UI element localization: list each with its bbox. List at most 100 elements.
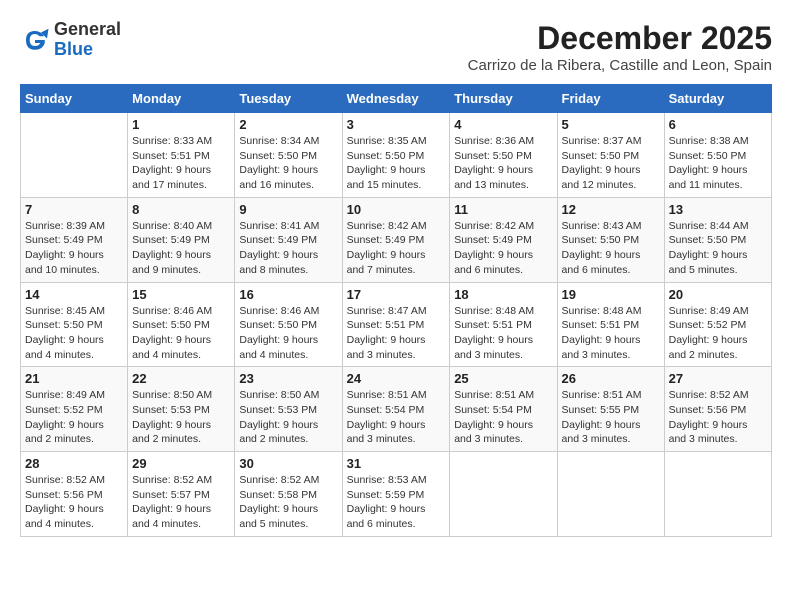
calendar-cell: 8 Sunrise: 8:40 AM Sunset: 5:49 PM Daylig… bbox=[128, 197, 235, 282]
day-info: Sunrise: 8:52 AM Sunset: 5:58 PM Dayligh… bbox=[239, 473, 337, 532]
weekday-header-row: SundayMondayTuesdayWednesdayThursdayFrid… bbox=[21, 85, 772, 113]
title-block: December 2025 Carrizo de la Ribera, Cast… bbox=[468, 20, 772, 74]
calendar-cell: 26 Sunrise: 8:51 AM Sunset: 5:55 PM Dayli… bbox=[557, 367, 664, 452]
calendar-cell: 12 Sunrise: 8:43 AM Sunset: 5:50 PM Dayli… bbox=[557, 197, 664, 282]
calendar-cell: 3Sunrise: 8:35 AM Sunset: 5:50 PM Daylig… bbox=[342, 113, 450, 198]
day-number: 11 bbox=[454, 202, 552, 217]
day-info: Sunrise: 8:50 AM Sunset: 5:53 PM Dayligh… bbox=[132, 388, 230, 447]
day-info: Sunrise: 8:44 AM Sunset: 5:50 PM Dayligh… bbox=[669, 219, 767, 278]
day-info: Sunrise: 8:40 AM Sunset: 5:49 PM Dayligh… bbox=[132, 219, 230, 278]
calendar-cell bbox=[450, 452, 557, 537]
day-number: 5 bbox=[562, 117, 660, 132]
day-info: Sunrise: 8:39 AM Sunset: 5:49 PM Dayligh… bbox=[25, 219, 123, 278]
calendar-week-row: 14 Sunrise: 8:45 AM Sunset: 5:50 PM Dayli… bbox=[21, 282, 772, 367]
calendar-cell: 22 Sunrise: 8:50 AM Sunset: 5:53 PM Dayli… bbox=[128, 367, 235, 452]
calendar-cell: 4Sunrise: 8:36 AM Sunset: 5:50 PM Daylig… bbox=[450, 113, 557, 198]
day-number: 6 bbox=[669, 117, 767, 132]
day-number: 14 bbox=[25, 287, 123, 302]
day-number: 15 bbox=[132, 287, 230, 302]
calendar-week-row: 1Sunrise: 8:33 AM Sunset: 5:51 PM Daylig… bbox=[21, 113, 772, 198]
day-info: Sunrise: 8:42 AM Sunset: 5:49 PM Dayligh… bbox=[347, 219, 446, 278]
calendar-cell: 21 Sunrise: 8:49 AM Sunset: 5:52 PM Dayli… bbox=[21, 367, 128, 452]
calendar-cell: 25 Sunrise: 8:51 AM Sunset: 5:54 PM Dayli… bbox=[450, 367, 557, 452]
weekday-header-cell: Friday bbox=[557, 85, 664, 113]
weekday-header-cell: Wednesday bbox=[342, 85, 450, 113]
weekday-header-cell: Monday bbox=[128, 85, 235, 113]
day-number: 21 bbox=[25, 371, 123, 386]
day-info: Sunrise: 8:50 AM Sunset: 5:53 PM Dayligh… bbox=[239, 388, 337, 447]
day-number: 31 bbox=[347, 456, 446, 471]
day-info: Sunrise: 8:49 AM Sunset: 5:52 PM Dayligh… bbox=[25, 388, 123, 447]
day-info: Sunrise: 8:34 AM Sunset: 5:50 PM Dayligh… bbox=[239, 134, 337, 193]
day-info: Sunrise: 8:47 AM Sunset: 5:51 PM Dayligh… bbox=[347, 304, 446, 363]
day-info: Sunrise: 8:51 AM Sunset: 5:54 PM Dayligh… bbox=[347, 388, 446, 447]
day-number: 22 bbox=[132, 371, 230, 386]
day-info: Sunrise: 8:42 AM Sunset: 5:49 PM Dayligh… bbox=[454, 219, 552, 278]
day-info: Sunrise: 8:33 AM Sunset: 5:51 PM Dayligh… bbox=[132, 134, 230, 193]
day-info: Sunrise: 8:48 AM Sunset: 5:51 PM Dayligh… bbox=[562, 304, 660, 363]
calendar-cell bbox=[21, 113, 128, 198]
day-number: 23 bbox=[239, 371, 337, 386]
day-number: 7 bbox=[25, 202, 123, 217]
day-info: Sunrise: 8:52 AM Sunset: 5:56 PM Dayligh… bbox=[669, 388, 767, 447]
day-info: Sunrise: 8:37 AM Sunset: 5:50 PM Dayligh… bbox=[562, 134, 660, 193]
day-info: Sunrise: 8:36 AM Sunset: 5:50 PM Dayligh… bbox=[454, 134, 552, 193]
day-info: Sunrise: 8:51 AM Sunset: 5:55 PM Dayligh… bbox=[562, 388, 660, 447]
day-info: Sunrise: 8:38 AM Sunset: 5:50 PM Dayligh… bbox=[669, 134, 767, 193]
calendar-cell: 15Sunrise: 8:46 AM Sunset: 5:50 PM Dayli… bbox=[128, 282, 235, 367]
weekday-header-cell: Sunday bbox=[21, 85, 128, 113]
calendar-body: 1Sunrise: 8:33 AM Sunset: 5:51 PM Daylig… bbox=[21, 113, 772, 537]
weekday-header-cell: Thursday bbox=[450, 85, 557, 113]
day-info: Sunrise: 8:51 AM Sunset: 5:54 PM Dayligh… bbox=[454, 388, 552, 447]
day-number: 2 bbox=[239, 117, 337, 132]
month-title: December 2025 bbox=[468, 20, 772, 57]
day-number: 19 bbox=[562, 287, 660, 302]
calendar-cell: 11 Sunrise: 8:42 AM Sunset: 5:49 PM Dayli… bbox=[450, 197, 557, 282]
calendar-week-row: 21 Sunrise: 8:49 AM Sunset: 5:52 PM Dayli… bbox=[21, 367, 772, 452]
day-info: Sunrise: 8:43 AM Sunset: 5:50 PM Dayligh… bbox=[562, 219, 660, 278]
day-number: 8 bbox=[132, 202, 230, 217]
day-number: 27 bbox=[669, 371, 767, 386]
calendar-table: SundayMondayTuesdayWednesdayThursdayFrid… bbox=[20, 84, 772, 537]
day-number: 13 bbox=[669, 202, 767, 217]
day-info: Sunrise: 8:49 AM Sunset: 5:52 PM Dayligh… bbox=[669, 304, 767, 363]
day-number: 24 bbox=[347, 371, 446, 386]
day-info: Sunrise: 8:48 AM Sunset: 5:51 PM Dayligh… bbox=[454, 304, 552, 363]
calendar-cell: 5 Sunrise: 8:37 AM Sunset: 5:50 PM Daylig… bbox=[557, 113, 664, 198]
day-number: 29 bbox=[132, 456, 230, 471]
calendar-cell bbox=[664, 452, 771, 537]
calendar-cell: 19 Sunrise: 8:48 AM Sunset: 5:51 PM Dayli… bbox=[557, 282, 664, 367]
day-number: 10 bbox=[347, 202, 446, 217]
calendar-cell: 13 Sunrise: 8:44 AM Sunset: 5:50 PM Dayli… bbox=[664, 197, 771, 282]
calendar-cell: 31Sunrise: 8:53 AM Sunset: 5:59 PM Dayli… bbox=[342, 452, 450, 537]
calendar-cell: 18 Sunrise: 8:48 AM Sunset: 5:51 PM Dayli… bbox=[450, 282, 557, 367]
day-number: 12 bbox=[562, 202, 660, 217]
calendar-cell: 6 Sunrise: 8:38 AM Sunset: 5:50 PM Daylig… bbox=[664, 113, 771, 198]
day-info: Sunrise: 8:45 AM Sunset: 5:50 PM Dayligh… bbox=[25, 304, 123, 363]
calendar-cell: 14 Sunrise: 8:45 AM Sunset: 5:50 PM Dayli… bbox=[21, 282, 128, 367]
calendar-cell: 17Sunrise: 8:47 AM Sunset: 5:51 PM Dayli… bbox=[342, 282, 450, 367]
day-number: 28 bbox=[25, 456, 123, 471]
calendar-cell: 23 Sunrise: 8:50 AM Sunset: 5:53 PM Dayli… bbox=[235, 367, 342, 452]
page-header: General Blue December 2025 Carrizo de la… bbox=[20, 20, 772, 74]
day-number: 18 bbox=[454, 287, 552, 302]
day-info: Sunrise: 8:52 AM Sunset: 5:56 PM Dayligh… bbox=[25, 473, 123, 532]
calendar-cell: 9Sunrise: 8:41 AM Sunset: 5:49 PM Daylig… bbox=[235, 197, 342, 282]
day-number: 26 bbox=[562, 371, 660, 386]
day-number: 16 bbox=[239, 287, 337, 302]
weekday-header-cell: Saturday bbox=[664, 85, 771, 113]
day-number: 9 bbox=[239, 202, 337, 217]
calendar-cell: 2 Sunrise: 8:34 AM Sunset: 5:50 PM Daylig… bbox=[235, 113, 342, 198]
logo-general: General bbox=[54, 20, 121, 40]
day-number: 3 bbox=[347, 117, 446, 132]
logo-text: General Blue bbox=[54, 20, 121, 60]
calendar-cell: 28 Sunrise: 8:52 AM Sunset: 5:56 PM Dayli… bbox=[21, 452, 128, 537]
calendar-cell: 16Sunrise: 8:46 AM Sunset: 5:50 PM Dayli… bbox=[235, 282, 342, 367]
calendar-cell: 24 Sunrise: 8:51 AM Sunset: 5:54 PM Dayli… bbox=[342, 367, 450, 452]
day-number: 25 bbox=[454, 371, 552, 386]
day-number: 30 bbox=[239, 456, 337, 471]
calendar-week-row: 7 Sunrise: 8:39 AM Sunset: 5:49 PM Daylig… bbox=[21, 197, 772, 282]
calendar-cell: 1Sunrise: 8:33 AM Sunset: 5:51 PM Daylig… bbox=[128, 113, 235, 198]
day-number: 20 bbox=[669, 287, 767, 302]
weekday-header-cell: Tuesday bbox=[235, 85, 342, 113]
